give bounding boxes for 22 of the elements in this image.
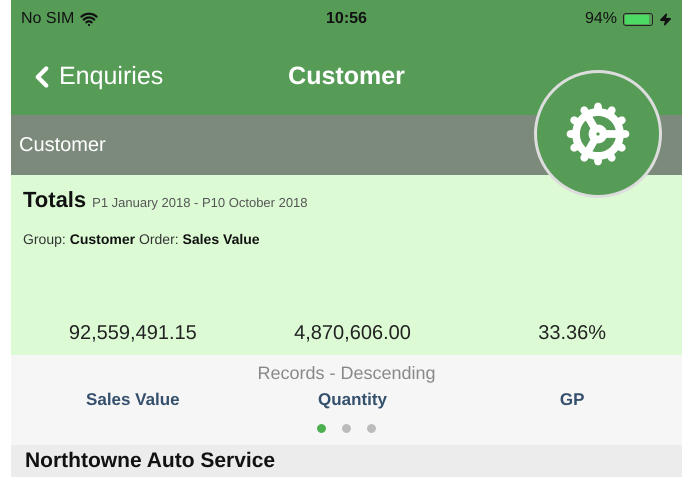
carrier-label: No SIM bbox=[21, 10, 74, 28]
wifi-icon bbox=[80, 10, 98, 28]
summary-text: Group: Customer Order: Sales Value bbox=[23, 231, 261, 247]
page-dot[interactable] bbox=[367, 424, 376, 433]
page-dot[interactable] bbox=[342, 424, 351, 433]
totals-title: Totals bbox=[23, 187, 86, 213]
gear-icon bbox=[565, 101, 631, 167]
total-value: 4,870,606.00 bbox=[294, 322, 411, 345]
total-value: 33.36% bbox=[538, 322, 606, 345]
column-header[interactable]: Sales Value bbox=[86, 390, 180, 410]
clock-time: 10:56 bbox=[326, 10, 367, 28]
battery-percent: 94% bbox=[584, 10, 617, 28]
records-title: Records - Descending bbox=[257, 363, 436, 384]
total-value: 92,559,491.15 bbox=[68, 322, 197, 345]
section-header: Customer bbox=[19, 134, 106, 156]
charging-icon bbox=[658, 12, 672, 26]
column-header[interactable]: GP bbox=[560, 390, 584, 410]
period-label: P1 January 2018 - P10 October 2018 bbox=[92, 195, 308, 210]
screen-title: Customer bbox=[288, 62, 405, 91]
page-dot[interactable] bbox=[317, 424, 326, 433]
column-header[interactable]: Quantity bbox=[318, 390, 387, 410]
battery-icon bbox=[622, 12, 653, 26]
